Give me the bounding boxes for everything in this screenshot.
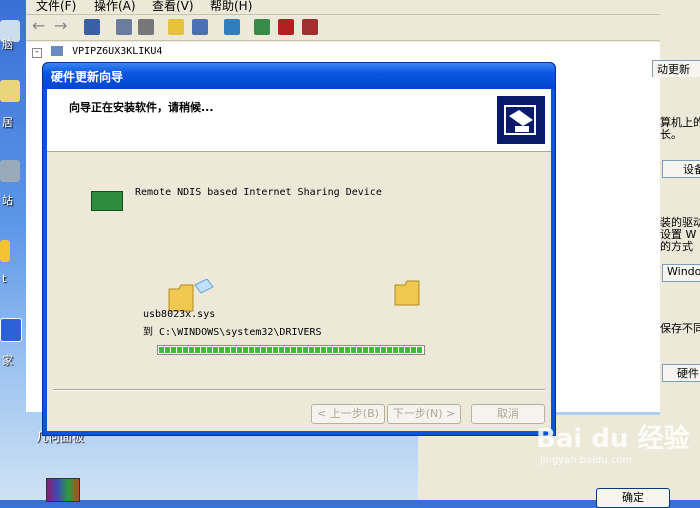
desktop-icon-network[interactable]: 站 [0, 160, 24, 207]
device-manager-button[interactable]: 设备 [662, 160, 700, 178]
copy-destination-path: 到 C:\WINDOWS\system32\DRIVERS [143, 327, 322, 338]
desktop-icon-label: 居 [2, 116, 13, 129]
dialog-text-line: 的方式 [660, 240, 693, 253]
desktop-icon-label: 站 [2, 194, 13, 207]
watermark-text: Bai du 经验 [536, 424, 690, 454]
hardware-wizard-logo-icon [497, 96, 545, 144]
view-icon[interactable] [192, 19, 208, 35]
desktop-icon-label: t [2, 272, 7, 285]
device-name: Remote NDIS based Internet Sharing Devic… [135, 187, 382, 198]
wizard-header: 向导正在安装软件，请稍候... [47, 89, 551, 152]
winrar-icon[interactable] [46, 478, 80, 502]
ok-button[interactable]: 确定 [596, 488, 670, 508]
properties-icon[interactable] [116, 19, 132, 35]
baidu-watermark: Bai du 经验 jingyan.baidu.com [536, 418, 690, 466]
forward-arrow-icon[interactable]: → [54, 18, 70, 35]
next-button[interactable]: 下一步(N) > [387, 404, 461, 424]
print-icon[interactable] [138, 19, 154, 35]
wizard-title: 硬件更新向导 [51, 70, 124, 84]
wizard-titlebar[interactable]: 硬件更新向导 [43, 63, 555, 89]
folder-icon [0, 80, 20, 102]
desktop-icon-computer[interactable]: 脑 [0, 20, 24, 60]
computer-icon [51, 46, 64, 56]
hardware-update-wizard: 硬件更新向导 向导正在安装软件，请稍候... Remote NDIS based… [42, 62, 556, 436]
network-icon [0, 160, 20, 182]
console-tree-icon[interactable] [84, 19, 100, 35]
menu-help[interactable]: 帮助(H) [210, 0, 252, 14]
tab-driver-update[interactable]: 动更新 [652, 60, 700, 77]
desktop-icon-label: 家 [2, 354, 13, 367]
scan-hardware-icon[interactable] [224, 19, 240, 35]
desktop-icon-label: 脑 [2, 38, 13, 51]
uninstall-icon[interactable] [278, 19, 294, 35]
watermark-url: jingyan.baidu.com [540, 455, 633, 466]
update-driver-icon[interactable] [254, 19, 270, 35]
wizard-heading: 向导正在安装软件，请稍候... [69, 101, 214, 114]
destination-folder-icon [393, 279, 423, 310]
help-icon[interactable] [168, 19, 184, 35]
dialog-text-line: 长。 [660, 128, 682, 141]
menu-view[interactable]: 查看(V) [152, 0, 194, 14]
desktop-icon-documents[interactable]: 居 [0, 80, 24, 129]
install-progress-bar [157, 345, 425, 355]
hardware-profiles-button[interactable]: 硬件 [662, 364, 700, 382]
dialog-text-line: 保存不同 [660, 322, 700, 335]
windows-update-button[interactable]: Windo [662, 264, 700, 282]
collapse-icon[interactable]: - [32, 48, 42, 58]
menu-action[interactable]: 操作(A) [94, 0, 136, 14]
desktop-icon-internet[interactable]: t [0, 240, 24, 285]
star-icon [0, 240, 10, 262]
cancel-button[interactable]: 取消 [471, 404, 545, 424]
button-separator [53, 389, 545, 391]
back-button[interactable]: < 上一步(B) [311, 404, 385, 424]
disable-icon[interactable] [302, 19, 318, 35]
network-device-icon [91, 191, 123, 211]
desktop-icon-home[interactable]: 家 [0, 318, 24, 367]
progress-fill [159, 347, 423, 353]
copying-file-name: usb8023x.sys [143, 309, 216, 320]
back-arrow-icon[interactable]: ← [32, 18, 48, 35]
tree-root-label: VPIPZ6UX3KLIKU4 [72, 46, 163, 57]
tree-root-node[interactable]: - VPIPZ6UX3KLIKU4 [32, 46, 162, 58]
toolbar: ← → [26, 16, 660, 41]
menu-file[interactable]: 文件(F) [36, 0, 76, 14]
menu-bar: 文件(F) 操作(A) 查看(V) 帮助(H) [26, 0, 660, 15]
home-icon [0, 318, 22, 342]
wizard-body: 向导正在安装软件，请稍候... Remote NDIS based Intern… [47, 89, 551, 431]
